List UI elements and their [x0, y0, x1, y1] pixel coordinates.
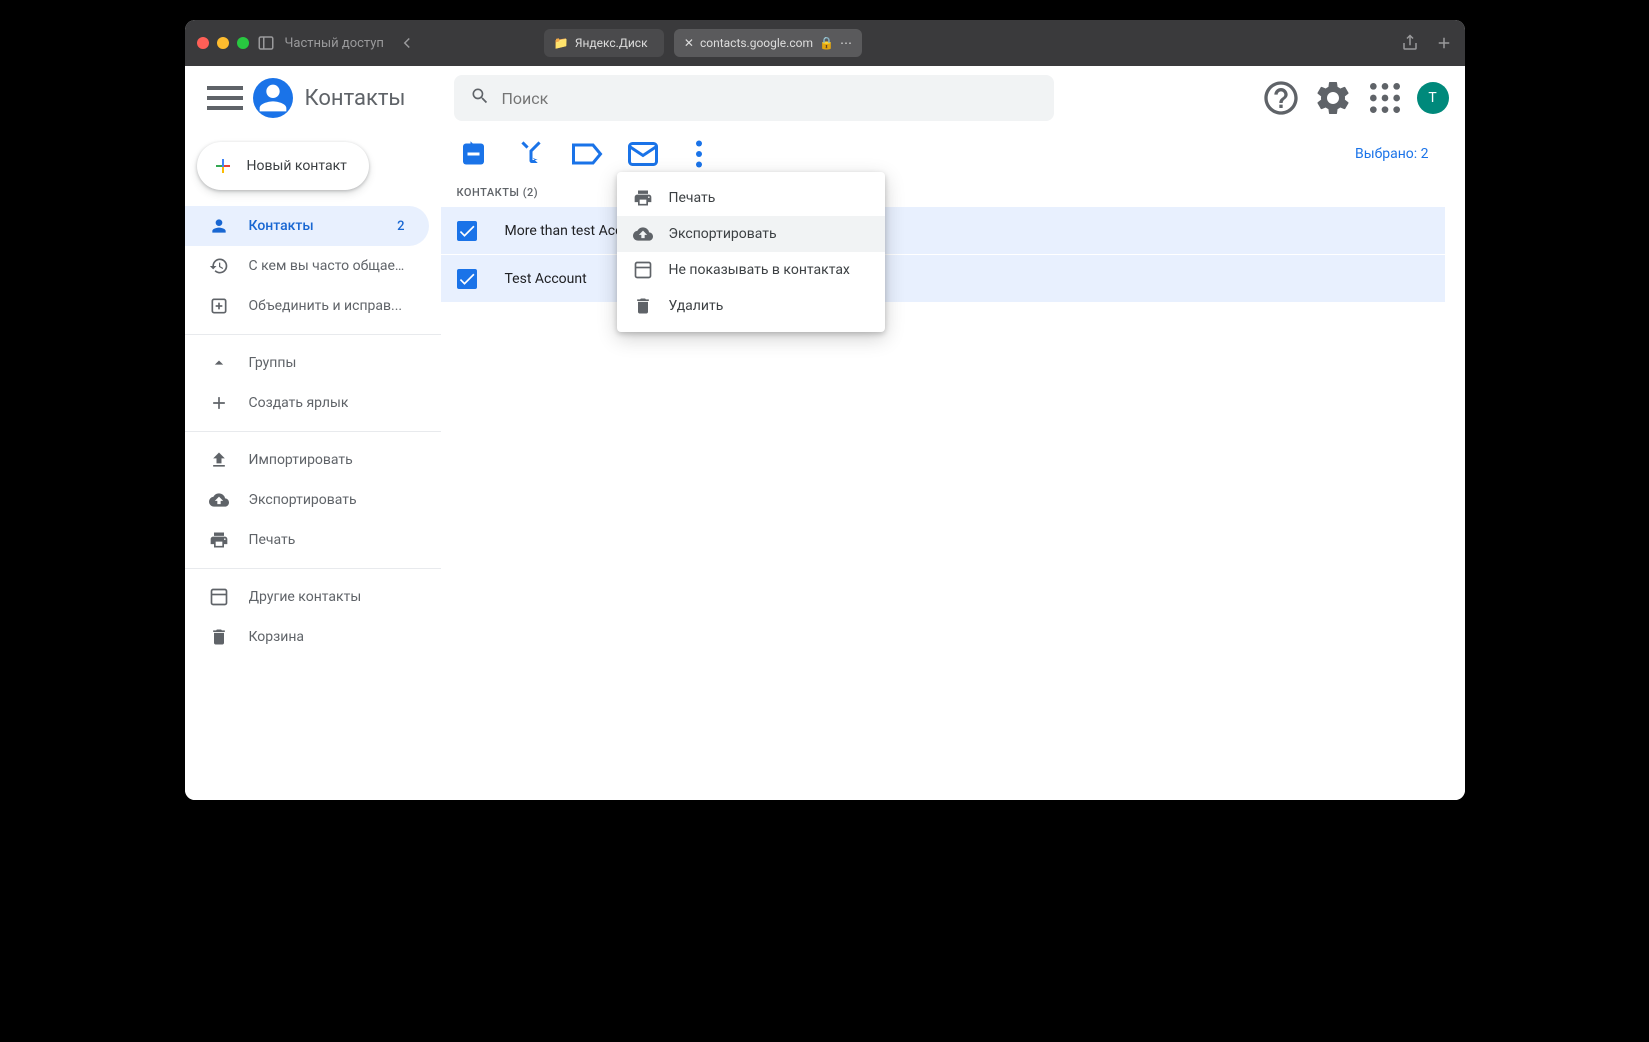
app-header: Контакты T: [185, 66, 1465, 130]
menu-item-label: Печать: [669, 190, 716, 206]
browser-tab-active[interactable]: ✕ contacts.google.com 🔒 ⋯: [674, 29, 862, 57]
menu-item-delete[interactable]: Удалить: [617, 288, 885, 324]
chevron-up-icon: [209, 353, 229, 373]
sidebar: Новый контакт Контакты 2 С кем вы часто …: [185, 130, 441, 800]
browser-tab[interactable]: 📁 Яндекс.Диск: [544, 29, 664, 57]
sidebar-item-label: Объединить и исправ...: [249, 298, 403, 314]
selection-count: Выбрано: 2: [1355, 146, 1429, 162]
print-icon: [633, 188, 653, 208]
app-title: Контакты: [305, 86, 406, 111]
checkbox-checked-icon[interactable]: [457, 269, 477, 289]
sidebar-item-create-label[interactable]: Создать ярлык: [185, 383, 429, 423]
maximize-window-button[interactable]: [237, 37, 249, 49]
menu-item-print[interactable]: Печать: [617, 180, 885, 216]
sidebar-item-import[interactable]: Импортировать: [185, 440, 429, 480]
select-all-button[interactable]: [457, 136, 493, 172]
sidebar-toggle-icon[interactable]: [257, 34, 275, 52]
history-icon: [209, 256, 229, 276]
main-panel: Выбрано: 2 КОНТАКТЫ (2) More than test A…: [441, 130, 1465, 800]
archive-icon: [209, 587, 229, 607]
browser-tabs: 📁 Яндекс.Диск ✕ contacts.google.com 🔒 ⋯: [544, 29, 862, 57]
menu-item-export[interactable]: Экспортировать: [617, 216, 885, 252]
account-avatar[interactable]: T: [1417, 82, 1449, 114]
new-contact-button[interactable]: Новый контакт: [197, 142, 369, 190]
cloud-upload-icon: [633, 224, 653, 244]
divider: [185, 334, 441, 335]
more-button[interactable]: [681, 136, 717, 172]
checkbox-checked-icon[interactable]: [457, 221, 477, 241]
cloud-upload-icon: [209, 490, 229, 510]
reader-icon[interactable]: ⋯: [840, 36, 852, 50]
section-label: КОНТАКТЫ (2): [457, 186, 539, 199]
menu-item-label: Экспортировать: [669, 226, 777, 242]
add-icon: [209, 393, 229, 413]
plus-icon: [211, 154, 235, 178]
sidebar-item-label: Печать: [249, 532, 296, 548]
search-bar[interactable]: [454, 75, 1054, 121]
tab-title: contacts.google.com: [700, 36, 813, 50]
email-button[interactable]: [625, 136, 661, 172]
print-icon: [209, 530, 229, 550]
sidebar-item-count: 2: [397, 219, 404, 234]
sidebar-item-export[interactable]: Экспортировать: [185, 480, 429, 520]
browser-chrome: Частный доступ 📁 Яндекс.Диск ✕ contacts.…: [185, 20, 1465, 66]
sidebar-item-contacts[interactable]: Контакты 2: [185, 206, 429, 246]
search-input[interactable]: [502, 89, 1038, 108]
person-icon: [209, 216, 229, 236]
menu-item-hide[interactable]: Не показывать в контактах: [617, 252, 885, 288]
minimize-window-button[interactable]: [217, 37, 229, 49]
sidebar-item-label: С кем вы часто общае...: [249, 258, 405, 274]
menu-button[interactable]: [201, 74, 249, 122]
section-selfچارچوب-wrapper: КОНТАКТЫ (2): [441, 178, 1445, 207]
merge-icon: [209, 296, 229, 316]
back-button[interactable]: [398, 34, 416, 52]
contact-name: Test Account: [505, 271, 587, 287]
more-actions-menu: Печать Экспортировать Не показывать в ко…: [617, 172, 885, 332]
tab-close-icon[interactable]: ✕: [684, 36, 694, 50]
menu-item-label: Не показывать в контактах: [669, 262, 850, 278]
close-window-button[interactable]: [197, 37, 209, 49]
tab-title: Яндекс.Диск: [575, 36, 648, 50]
new-tab-icon[interactable]: [1435, 34, 1453, 52]
sidebar-item-print[interactable]: Печать: [185, 520, 429, 560]
share-icon[interactable]: [1401, 34, 1419, 52]
sidebar-item-label: Другие контакты: [249, 589, 362, 605]
sidebar-item-groups[interactable]: Группы: [185, 343, 429, 383]
new-contact-label: Новый контакт: [247, 158, 347, 174]
sidebar-item-merge[interactable]: Объединить и исправ...: [185, 286, 429, 326]
browser-window: Частный доступ 📁 Яндекс.Диск ✕ contacts.…: [185, 20, 1465, 800]
sidebar-item-other[interactable]: Другие контакты: [185, 577, 429, 617]
sidebar-item-label: Группы: [249, 355, 297, 371]
lock-icon: 🔒: [819, 36, 834, 50]
sidebar-item-label: Корзина: [249, 629, 305, 645]
contacts-app: Контакты T: [185, 66, 1465, 800]
trash-icon: [209, 627, 229, 647]
divider: [185, 431, 441, 432]
label-button[interactable]: [569, 136, 605, 172]
help-button[interactable]: [1261, 78, 1301, 118]
sidebar-item-label: Контакты: [249, 218, 314, 234]
window-controls: [197, 37, 249, 49]
sidebar-item-trash[interactable]: Корзина: [185, 617, 429, 657]
selection-toolbar: Выбрано: 2: [441, 130, 1445, 178]
sidebar-item-frequent[interactable]: С кем вы часто общае...: [185, 246, 429, 286]
divider: [185, 568, 441, 569]
archive-icon: [633, 260, 653, 280]
private-browsing-label: Частный доступ: [285, 36, 384, 51]
upload-icon: [209, 450, 229, 470]
contacts-logo: [253, 78, 293, 118]
merge-button[interactable]: [513, 136, 549, 172]
sidebar-item-label: Экспортировать: [249, 492, 357, 508]
sidebar-item-label: Импортировать: [249, 452, 353, 468]
trash-icon: [633, 296, 653, 316]
sidebar-item-label: Создать ярлык: [249, 395, 349, 411]
tab-favicon: 📁: [554, 36, 569, 50]
search-icon: [470, 86, 490, 110]
settings-button[interactable]: [1313, 78, 1353, 118]
contact-row[interactable]: Test Account: [441, 255, 1445, 303]
contact-row[interactable]: More than test Accou: [441, 207, 1445, 255]
apps-button[interactable]: [1365, 78, 1405, 118]
menu-item-label: Удалить: [669, 298, 724, 314]
